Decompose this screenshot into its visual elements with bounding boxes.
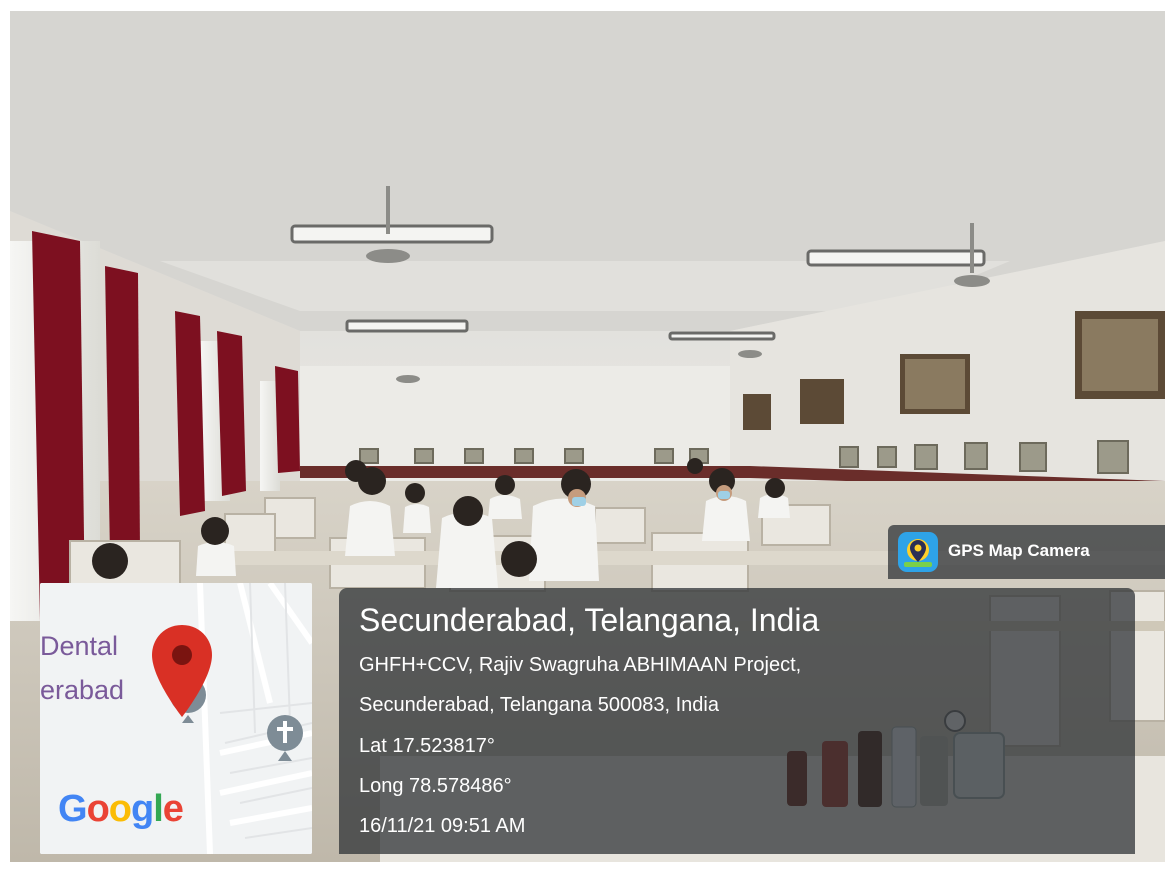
google-logo: Google — [58, 788, 184, 831]
google-logo-letter: o — [86, 788, 110, 830]
app-name: GPS Map Camera — [948, 541, 1090, 560]
google-logo-letter: g — [131, 788, 154, 830]
address-line-2: Secunderabad, Telangana 500083, India — [359, 694, 719, 716]
map-label-dental: Dental — [40, 631, 119, 661]
address-line-1: GHFH+CCV, Rajiv Swagruha ABHIMAAN Projec… — [359, 654, 802, 676]
google-logo-letter: o — [108, 788, 132, 830]
longitude: Long 78.578486° — [359, 775, 512, 797]
google-logo-letter: l — [153, 788, 164, 830]
location-title: Secunderabad, Telangana, India — [359, 602, 820, 638]
church-cross-icon — [267, 715, 303, 761]
timestamp: 16/11/21 09:51 AM — [359, 815, 526, 837]
location-pin-icon — [152, 625, 212, 717]
google-logo-letter: e — [162, 788, 184, 830]
location-info-panel: Secunderabad, Telangana, India GHFH+CCV,… — [339, 588, 1135, 854]
app-badge: GPS Map Camera — [888, 525, 1165, 579]
map-label-erabad: erabad — [40, 675, 125, 705]
google-logo-letter: G — [58, 788, 88, 830]
latitude: Lat 17.523817° — [359, 735, 495, 757]
photo-frame: GPS Map Camera Dental erabad Google Secu… — [10, 11, 1165, 862]
gps-camera-app-icon — [898, 532, 938, 572]
map-thumbnail[interactable]: Dental erabad Google — [40, 583, 312, 854]
